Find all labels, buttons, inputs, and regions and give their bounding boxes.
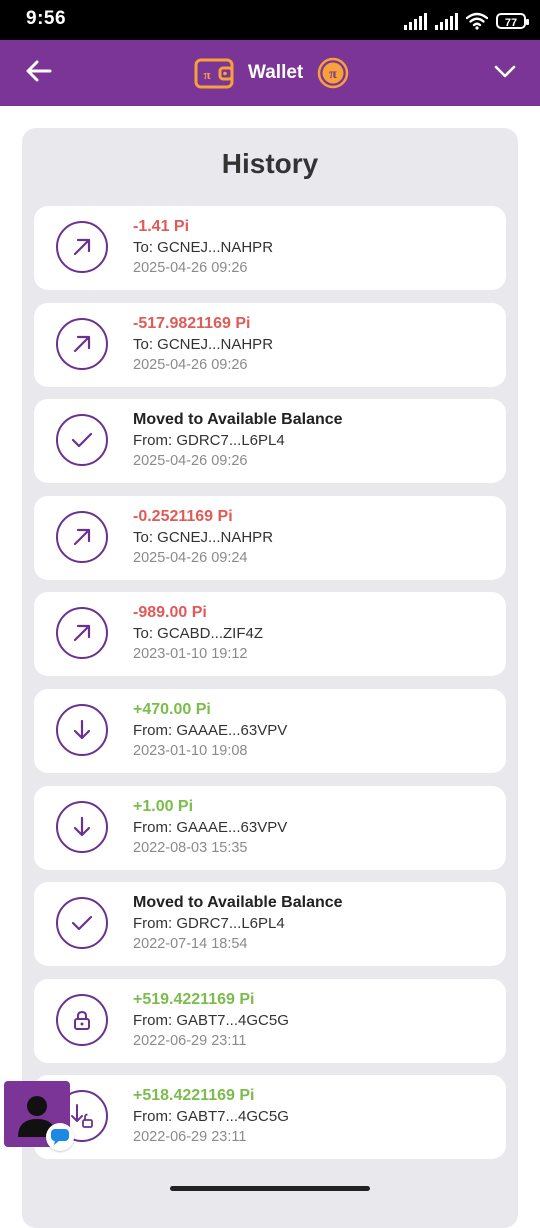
transaction-amount: -1.41 Pi	[133, 218, 190, 235]
transaction-card[interactable]: +470.00 Pi From: GAAAE...63VPV 2023-01-10 …	[34, 688, 506, 773]
transaction-details: -1.41 Pi To: GCNEJ...NAHPR 2025-04-26 09:2…	[133, 216, 273, 279]
lock-icon	[56, 993, 108, 1046]
transaction-party: To: GCABD...ZIF4Z	[133, 625, 264, 643]
transaction-amount: +519.4221169 Pi	[133, 990, 255, 1008]
transaction-party: From: GDRC7...L6PL4	[133, 915, 285, 933]
transaction-date: 2025-04-26 09:24	[133, 549, 248, 566]
transaction-date: 2022-08-03 15:35	[133, 839, 248, 856]
transaction-card[interactable]: -0.2521169 Pi To: GCNEJ...NAHPR 2025-04-26…	[34, 495, 506, 580]
svg-text:π: π	[203, 67, 210, 82]
transaction-details: -0.2521169 Pi To: GCNEJ...NAHPR 2025-04-26…	[133, 506, 273, 569]
transaction-details: +519.4221169 Pi From: GABT7...4GC5G 2022-0…	[133, 989, 289, 1052]
transaction-details: Moved to Available Balance From: GDRC7...…	[133, 892, 343, 955]
transaction-details: Moved to Available Balance From: GDRC7...…	[133, 409, 343, 472]
transaction-party: From: GAAAE...63VPV	[133, 818, 288, 836]
chevron-down-icon[interactable]	[492, 58, 518, 84]
history-panel: History -1.41 Pi To: GCNEJ...NAHPR 2025-04…	[22, 128, 518, 1228]
transaction-date: 2023-01-10 19:12	[133, 646, 248, 663]
chat-bubble-icon[interactable]	[46, 1123, 74, 1151]
transaction-amount: +470.00 Pi	[133, 700, 211, 718]
transaction-card[interactable]: -517.9821169 Pi To: GCNEJ...NAHPR 2025-04-…	[34, 302, 506, 387]
transaction-amount: +1.00 Pi	[133, 797, 194, 815]
transaction-card[interactable]: -1.41 Pi To: GCNEJ...NAHPR 2025-04-26 09:2…	[34, 206, 506, 290]
status-icons: 77	[404, 10, 529, 32]
transaction-date: 2025-04-26 09:26	[133, 453, 248, 470]
history-title: History	[221, 148, 319, 179]
transaction-amount: -517.9821169 Pi	[133, 314, 251, 332]
transaction-card[interactable]: +518.4221169 Pi From: GABT7...4GC5G 2022-0…	[34, 1075, 506, 1160]
arrow-up-right-icon	[56, 317, 108, 370]
transaction-party: To: GCNEJ...NAHPR	[133, 335, 274, 353]
app-header: π Wallet π	[0, 40, 540, 106]
checkmark-icon	[56, 414, 108, 467]
transaction-details: +1.00 Pi From: GAAAE...63VPV 2022-08-03 15…	[133, 796, 287, 859]
transaction-party: From: GABT7...4GC5G	[133, 1108, 289, 1126]
signal-icon	[404, 12, 427, 30]
header-title-group: π Wallet π	[194, 50, 349, 96]
transaction-card[interactable]: -989.00 Pi To: GCABD...ZIF4Z 2023-01-10 19…	[34, 592, 506, 677]
transaction-amount: +518.4221169 Pi	[133, 1087, 255, 1105]
transaction-amount: -0.2521169 Pi	[133, 507, 233, 525]
transaction-date: 2025-04-26 09:26	[133, 356, 248, 373]
transaction-amount: Moved to Available Balance	[133, 894, 343, 912]
transaction-date: 2022-06-29 23:11	[133, 1129, 247, 1146]
transaction-card[interactable]: Moved to Available Balance From: GDRC7...…	[34, 399, 506, 484]
arrow-down-icon	[56, 800, 108, 853]
wifi-icon	[466, 12, 488, 30]
transaction-details: +518.4221169 Pi From: GABT7...4GC5G 2022-0…	[133, 1085, 289, 1148]
transaction-party: To: GCNEJ...NAHPR	[133, 528, 274, 546]
transaction-date: 2023-01-10 19:08	[133, 742, 248, 759]
arrow-down-icon	[56, 703, 108, 756]
transaction-party: From: GABT7...4GC5G	[133, 1011, 289, 1029]
arrow-up-right-icon	[56, 607, 108, 660]
transaction-card[interactable]: +1.00 Pi From: GAAAE...63VPV 2022-08-03 15…	[34, 785, 506, 870]
arrow-up-right-icon	[56, 221, 108, 273]
transaction-card[interactable]: Moved to Available Balance From: GDRC7...…	[34, 882, 506, 967]
back-arrow-icon[interactable]	[22, 54, 56, 88]
svg-text:π: π	[329, 67, 337, 82]
transaction-amount: Moved to Available Balance	[133, 411, 343, 429]
signal-icon	[435, 12, 458, 30]
checkmark-icon	[56, 897, 108, 950]
pi-coin-icon: π	[318, 57, 349, 89]
battery-icon: 77	[496, 13, 529, 29]
transaction-date: 2022-06-29 23:11	[133, 1032, 247, 1049]
transaction-date: 2022-07-14 18:54	[133, 936, 248, 953]
transaction-details: -989.00 Pi To: GCABD...ZIF4Z 2023-01-10 19…	[133, 602, 263, 665]
status-bar: 9:56 77	[0, 0, 540, 40]
status-time: 9:56	[26, 8, 67, 29]
transaction-details: +470.00 Pi From: GAAAE...63VPV 2023-01-10 …	[133, 699, 287, 762]
arrow-up-right-icon	[56, 510, 108, 563]
transaction-party: From: GDRC7...L6PL4	[133, 432, 285, 450]
transaction-details: -517.9821169 Pi To: GCNEJ...NAHPR 2025-04-…	[133, 313, 273, 376]
transaction-list: -1.41 Pi To: GCNEJ...NAHPR 2025-04-26 09:2…	[34, 206, 506, 1172]
wallet-pi-icon: π	[194, 58, 234, 89]
page-title: Wallet	[248, 62, 304, 83]
transaction-card[interactable]: +519.4221169 Pi From: GABT7...4GC5G 2022-0…	[34, 978, 506, 1063]
transaction-date: 2025-04-26 09:26	[133, 260, 248, 276]
home-indicator	[170, 1186, 370, 1191]
transaction-amount: -989.00 Pi	[133, 604, 207, 622]
transaction-party: To: GCNEJ...NAHPR	[133, 239, 274, 256]
transaction-party: From: GAAAE...63VPV	[133, 721, 288, 739]
